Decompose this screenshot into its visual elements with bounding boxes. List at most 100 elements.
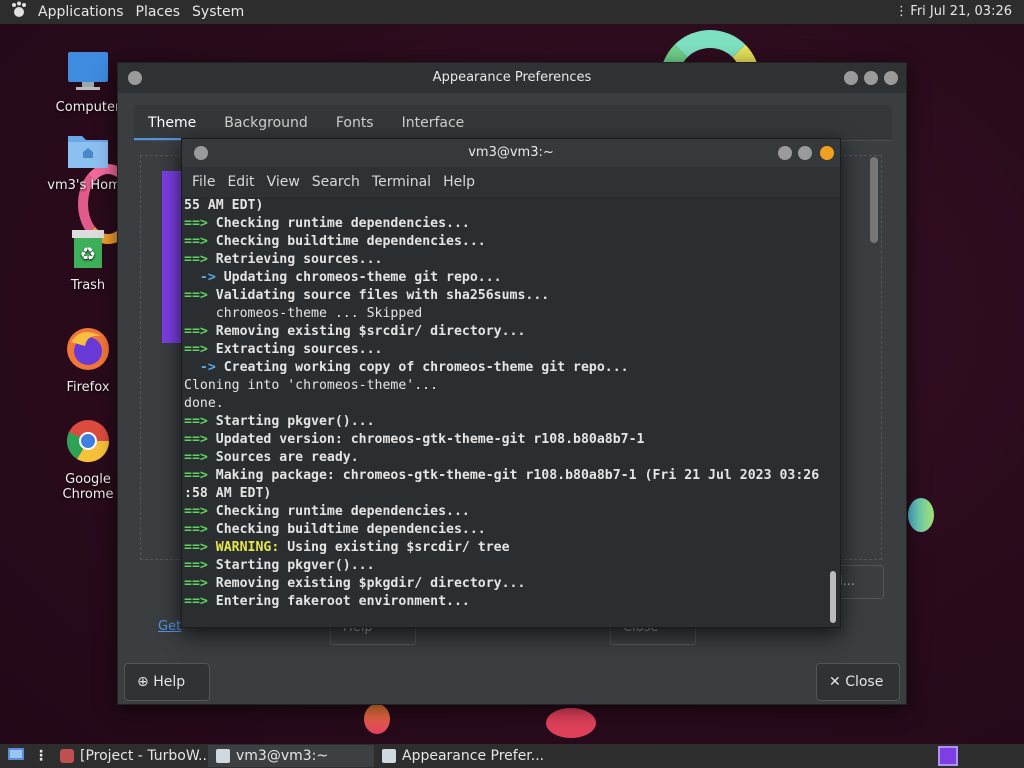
terminal-line-text: Extracting sources... bbox=[215, 342, 383, 357]
terminal-window: vm3@vm3:~ File Edit View Search Terminal… bbox=[181, 138, 841, 628]
maximize-button[interactable] bbox=[864, 71, 878, 85]
terminal-line-text: Using existing $srcdir/ tree bbox=[287, 540, 510, 555]
theme-scrollbar[interactable] bbox=[870, 157, 878, 243]
terminal-line-text: done. bbox=[184, 396, 224, 411]
workspace-switcher-icon[interactable] bbox=[938, 746, 958, 766]
terminal-line-text: Creating working copy of chromeos-theme … bbox=[223, 360, 629, 375]
menu-terminal[interactable]: Terminal bbox=[366, 174, 437, 190]
sub-arrow: -> bbox=[184, 270, 224, 285]
task-label: vm3@vm3:~ bbox=[236, 748, 329, 764]
tab-theme[interactable]: Theme bbox=[134, 105, 211, 140]
step-arrow: ==> bbox=[184, 432, 216, 447]
terminal-line: chromeos-theme ... Skipped bbox=[184, 305, 824, 323]
terminal-line-text: Starting pkgver()... bbox=[215, 414, 375, 429]
panel-clock[interactable]: Fri Jul 21, 03:26 bbox=[910, 4, 1012, 19]
terminal-line-text: Validating source files with sha256sums.… bbox=[215, 288, 550, 303]
step-arrow bbox=[184, 306, 216, 321]
turbowarp-icon bbox=[60, 749, 74, 763]
terminal-line-text: Checking runtime dependencies... bbox=[215, 504, 470, 519]
terminal-line-text: Making package: chromeos-gtk-theme-git r… bbox=[215, 468, 820, 483]
terminal-app-icon bbox=[216, 749, 230, 763]
warning-label: WARNING: bbox=[215, 540, 288, 555]
get-more-themes-link[interactable]: Get bbox=[158, 619, 181, 634]
task-appearance[interactable]: Appearance Prefer... bbox=[374, 745, 544, 767]
step-arrow: ==> bbox=[184, 540, 216, 555]
terminal-titlebar[interactable]: vm3@vm3:~ bbox=[182, 139, 840, 167]
menu-applications[interactable]: Applications bbox=[32, 4, 130, 20]
terminal-line: ==> WARNING: Using existing $srcdir/ tre… bbox=[184, 539, 824, 557]
top-panel: Applications Places System ⋮ Fri Jul 21,… bbox=[0, 0, 1024, 24]
terminal-line: done. bbox=[184, 395, 824, 413]
wallpaper-dot-bottom bbox=[364, 704, 390, 734]
show-desktop-icon[interactable] bbox=[6, 745, 26, 767]
task-terminal[interactable]: vm3@vm3:~ bbox=[208, 745, 374, 767]
menu-file[interactable]: File bbox=[186, 174, 221, 190]
terminal-line: :58 AM EDT) bbox=[184, 485, 824, 503]
step-arrow: ==> bbox=[184, 558, 216, 573]
desktop-icon-label: Trash bbox=[70, 278, 106, 293]
sub-arrow: -> bbox=[184, 360, 224, 375]
terminal-line-text: Checking buildtime dependencies... bbox=[215, 234, 486, 249]
terminal-line: ==> Entering fakeroot environment... bbox=[184, 593, 824, 611]
terminal-line: Cloning into 'chromeos-theme'... bbox=[184, 377, 824, 395]
tab-background[interactable]: Background bbox=[210, 105, 322, 140]
minimize-button[interactable] bbox=[844, 71, 858, 85]
step-arrow: ==> bbox=[184, 342, 216, 357]
terminal-line-text: Removing existing $pkgdir/ directory... bbox=[215, 576, 526, 591]
step-arrow: ==> bbox=[184, 414, 216, 429]
terminal-menubar: File Edit View Search Terminal Help bbox=[182, 167, 840, 197]
terminal-line-text: Retrieving sources... bbox=[215, 252, 383, 267]
desktop-icon-label: Google Chrome bbox=[62, 472, 114, 502]
window-title: vm3@vm3:~ bbox=[468, 145, 554, 160]
step-arrow: ==> bbox=[184, 576, 216, 591]
terminal-line: ==> Starting pkgver()... bbox=[184, 413, 824, 431]
terminal-line: -> Updating chromeos-theme git repo... bbox=[184, 269, 824, 287]
desktop-icon-label: Firefox bbox=[66, 380, 110, 395]
menu-edit[interactable]: Edit bbox=[221, 174, 260, 190]
help-button[interactable]: ⊕ Help bbox=[124, 663, 210, 701]
menu-view[interactable]: View bbox=[261, 174, 306, 190]
terminal-line-text: Updating chromeos-theme git repo... bbox=[223, 270, 502, 285]
close-window-button[interactable] bbox=[884, 71, 898, 85]
terminal-line: ==> Sources are ready. bbox=[184, 449, 824, 467]
help-button-label: Help bbox=[153, 674, 186, 690]
terminal-line: 55 AM EDT) bbox=[184, 197, 824, 215]
task-label: Appearance Prefer... bbox=[402, 748, 544, 764]
window-title: Appearance Preferences bbox=[432, 70, 592, 85]
close-window-button[interactable] bbox=[820, 146, 834, 160]
menu-system[interactable]: System bbox=[186, 4, 250, 20]
help-icon: ⊕ bbox=[137, 674, 149, 690]
menu-places[interactable]: Places bbox=[130, 4, 187, 20]
panel-overflow-icon[interactable]: ⋮ bbox=[895, 4, 908, 19]
minimize-button[interactable] bbox=[778, 146, 792, 160]
tab-interface[interactable]: Interface bbox=[388, 105, 479, 140]
step-arrow: ==> bbox=[184, 234, 216, 249]
terminal-output[interactable]: 55 AM EDT) ==> Checking runtime dependenc… bbox=[184, 197, 824, 625]
menu-help[interactable]: Help bbox=[437, 174, 481, 190]
close-button[interactable]: ✕ Close bbox=[816, 663, 900, 701]
terminal-line: ==> Removing existing $srcdir/ directory… bbox=[184, 323, 824, 341]
desktop-icon-label: Computer bbox=[55, 100, 121, 115]
terminal-line-text: Sources are ready. bbox=[215, 450, 359, 465]
svg-text:♻: ♻ bbox=[80, 244, 96, 265]
terminal-line: ==> Checking buildtime dependencies... bbox=[184, 521, 824, 539]
window-menu-button[interactable] bbox=[194, 146, 208, 160]
maximize-button[interactable] bbox=[798, 146, 812, 160]
tab-fonts[interactable]: Fonts bbox=[322, 105, 388, 140]
wallpaper-dot-right bbox=[908, 498, 934, 532]
terminal-line-text: Updated version: chromeos-gtk-theme-git … bbox=[215, 432, 645, 447]
step-arrow: ==> bbox=[184, 522, 216, 537]
menu-search[interactable]: Search bbox=[306, 174, 366, 190]
window-menu-button[interactable] bbox=[128, 71, 142, 85]
appearance-app-icon bbox=[382, 749, 396, 763]
task-turbowarp[interactable]: [Project - TurboW... bbox=[52, 745, 208, 767]
gnome-foot-icon[interactable] bbox=[10, 1, 28, 23]
appearance-tabs: Theme Background Fonts Interface bbox=[134, 105, 892, 141]
terminal-scrollbar[interactable] bbox=[830, 571, 836, 623]
terminal-line: ==> Removing existing $pkgdir/ directory… bbox=[184, 575, 824, 593]
panel-handle-icon[interactable]: ⋮ bbox=[34, 748, 48, 764]
step-arrow: ==> bbox=[184, 252, 216, 267]
step-arrow: ==> bbox=[184, 594, 216, 609]
terminal-line-text: Removing existing $srcdir/ directory... bbox=[215, 324, 526, 339]
appearance-titlebar[interactable]: Appearance Preferences bbox=[118, 63, 906, 93]
